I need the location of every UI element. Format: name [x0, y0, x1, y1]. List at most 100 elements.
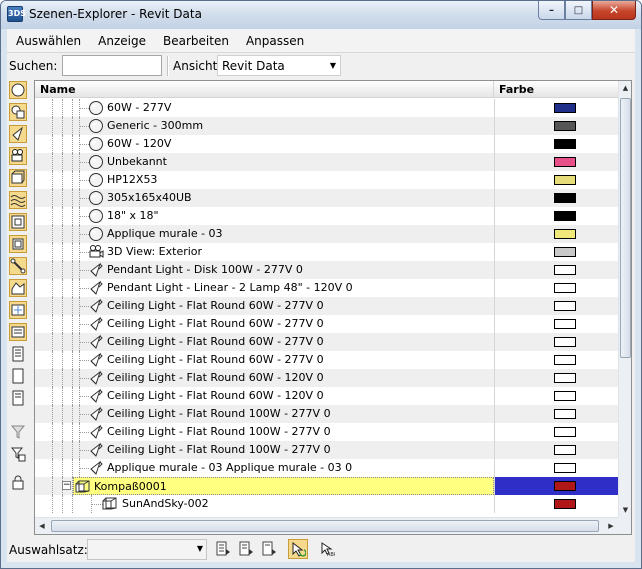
color-swatch[interactable]: [554, 193, 576, 203]
tree-row-name[interactable]: Ceiling Light - Flat Round 100W - 277V 0: [87, 405, 494, 423]
tree-row[interactable]: Applique murale - 03 Applique murale - 0…: [35, 459, 618, 477]
filter-toggle[interactable]: [9, 423, 27, 441]
color-swatch[interactable]: [554, 301, 576, 311]
tree-row-name[interactable]: Kompaß0001: [73, 477, 494, 495]
display-geometry-toggle[interactable]: [9, 81, 27, 99]
tree-row-name[interactable]: Applique murale - 03: [87, 225, 494, 243]
minimize-button[interactable]: –: [538, 1, 565, 20]
collapse-toggle[interactable]: −: [62, 481, 71, 490]
tree-row-name[interactable]: SunAndSky-002: [101, 495, 494, 513]
color-swatch[interactable]: [554, 175, 576, 185]
tree-row[interactable]: 18" x 18": [35, 207, 618, 225]
color-swatch[interactable]: [554, 229, 576, 239]
remove-from-selection-set-button[interactable]: [259, 539, 279, 559]
color-swatch[interactable]: [554, 355, 576, 365]
menu-select[interactable]: Auswählen: [7, 31, 89, 51]
create-selection-set-button[interactable]: [213, 539, 233, 559]
tree-row-name[interactable]: Ceiling Light - Flat Round 60W - 120V 0: [87, 369, 494, 387]
color-swatch[interactable]: [554, 373, 576, 383]
tree-row-name[interactable]: 305x165x40UB: [87, 189, 494, 207]
tree-row-name[interactable]: Ceiling Light - Flat Round 60W - 277V 0: [87, 351, 494, 369]
horizontal-scroll-thumb[interactable]: [51, 520, 599, 532]
display-cameras-toggle[interactable]: [9, 147, 27, 165]
color-swatch[interactable]: [554, 265, 576, 275]
display-none-toggle[interactable]: [9, 367, 27, 385]
tree-row-name[interactable]: 3D View: Exterior: [87, 243, 494, 261]
tree-row[interactable]: − Kompaß0001: [35, 477, 618, 495]
tree-row[interactable]: Pendant Light - Linear - 2 Lamp 48" - 12…: [35, 279, 618, 297]
tree-row[interactable]: Ceiling Light - Flat Round 60W - 277V 0: [35, 315, 618, 333]
tree-row-name[interactable]: Ceiling Light - Flat Round 60W - 120V 0: [87, 387, 494, 405]
add-to-selection-set-button[interactable]: [236, 539, 256, 559]
tree-row[interactable]: Ceiling Light - Flat Round 60W - 277V 0: [35, 351, 618, 369]
tree-row[interactable]: 60W - 120V: [35, 135, 618, 153]
tree-row-name[interactable]: 60W - 277V: [87, 99, 494, 117]
close-button[interactable]: ✕: [592, 1, 636, 20]
tree-row-name[interactable]: 18" x 18": [87, 207, 494, 225]
tree-row-name[interactable]: Unbekannt: [87, 153, 494, 171]
color-swatch[interactable]: [554, 391, 576, 401]
display-groups-toggle[interactable]: [9, 213, 27, 231]
column-header-name[interactable]: Name: [35, 81, 494, 98]
scroll-right-icon[interactable]: ▶: [604, 518, 618, 534]
tree-row-name[interactable]: 60W - 120V: [87, 135, 494, 153]
menu-edit[interactable]: Bearbeiten: [154, 31, 237, 51]
tree-row-name[interactable]: Ceiling Light - Flat Round 100W - 277V 0: [87, 441, 494, 459]
color-swatch[interactable]: [554, 337, 576, 347]
horizontal-scrollbar[interactable]: ◀ ▶: [35, 517, 618, 534]
tree-row-name[interactable]: Generic - 300mm: [87, 117, 494, 135]
tree-row[interactable]: Ceiling Light - Flat Round 100W - 277V 0: [35, 405, 618, 423]
color-swatch[interactable]: [554, 481, 576, 491]
tree-row[interactable]: Applique murale - 03: [35, 225, 618, 243]
color-swatch[interactable]: [554, 499, 576, 509]
vertical-scrollbar[interactable]: ▲ ▼: [618, 81, 631, 517]
display-all-toggle[interactable]: [9, 345, 27, 363]
tree-row[interactable]: Ceiling Light - Flat Round 100W - 277V 0: [35, 441, 618, 459]
color-swatch[interactable]: [554, 409, 576, 419]
tree-row[interactable]: Generic - 300mm: [35, 117, 618, 135]
tree-row[interactable]: SunAndSky-002: [35, 495, 618, 513]
display-lights-toggle[interactable]: [9, 125, 27, 143]
tree-row[interactable]: HP12X53: [35, 171, 618, 189]
display-shapes-toggle[interactable]: [9, 103, 27, 121]
display-bones-toggle[interactable]: [9, 257, 27, 275]
app-icon[interactable]: 3DS: [7, 6, 26, 22]
display-spacewarps-toggle[interactable]: [9, 191, 27, 209]
scroll-down-icon[interactable]: ▼: [619, 503, 632, 517]
color-swatch[interactable]: [554, 139, 576, 149]
scroll-up-icon[interactable]: ▲: [619, 81, 632, 95]
color-swatch[interactable]: [554, 319, 576, 329]
display-hidden-toggle[interactable]: [9, 323, 27, 341]
tree-row-name[interactable]: Ceiling Light - Flat Round 60W - 277V 0: [87, 315, 494, 333]
display-containers-toggle[interactable]: [9, 279, 27, 297]
color-swatch[interactable]: [554, 121, 576, 131]
color-swatch[interactable]: [554, 427, 576, 437]
tree-row[interactable]: Pendant Light - Disk 100W - 277V 0: [35, 261, 618, 279]
tree-row-name[interactable]: Ceiling Light - Flat Round 60W - 277V 0: [87, 297, 494, 315]
color-swatch[interactable]: [554, 157, 576, 167]
vertical-scroll-thumb[interactable]: [620, 98, 631, 358]
tree-row[interactable]: 305x165x40UB: [35, 189, 618, 207]
menu-customize[interactable]: Anpassen: [237, 31, 312, 51]
display-helpers-toggle[interactable]: [9, 169, 27, 187]
tree-row[interactable]: Ceiling Light - Flat Round 60W - 120V 0: [35, 387, 618, 405]
tree-row[interactable]: 60W - 277V: [35, 99, 618, 117]
color-swatch[interactable]: [554, 283, 576, 293]
view-dropdown[interactable]: Revit Data ▼: [217, 55, 341, 76]
tree-row-name[interactable]: Pendant Light - Disk 100W - 277V 0: [87, 261, 494, 279]
color-swatch[interactable]: [554, 211, 576, 221]
tree-row-name[interactable]: Pendant Light - Linear - 2 Lamp 48" - 12…: [87, 279, 494, 297]
select-by-name-button[interactable]: ABC: [317, 539, 337, 559]
color-swatch[interactable]: [554, 445, 576, 455]
title-bar[interactable]: 3DS Szenen-Explorer - Revit Data – □ ✕: [1, 1, 641, 29]
display-frozen-toggle[interactable]: [9, 301, 27, 319]
tree-row[interactable]: Ceiling Light - Flat Round 60W - 277V 0: [35, 297, 618, 315]
invert-display-toggle[interactable]: [9, 389, 27, 407]
tree-row-name[interactable]: HP12X53: [87, 171, 494, 189]
tree-row[interactable]: 3D View: Exterior: [35, 243, 618, 261]
column-header-color[interactable]: Farbe: [494, 81, 619, 98]
tree-row[interactable]: Ceiling Light - Flat Round 60W - 277V 0: [35, 333, 618, 351]
tree-row[interactable]: Ceiling Light - Flat Round 60W - 120V 0: [35, 369, 618, 387]
color-swatch[interactable]: [554, 103, 576, 113]
scroll-left-icon[interactable]: ◀: [35, 518, 49, 534]
